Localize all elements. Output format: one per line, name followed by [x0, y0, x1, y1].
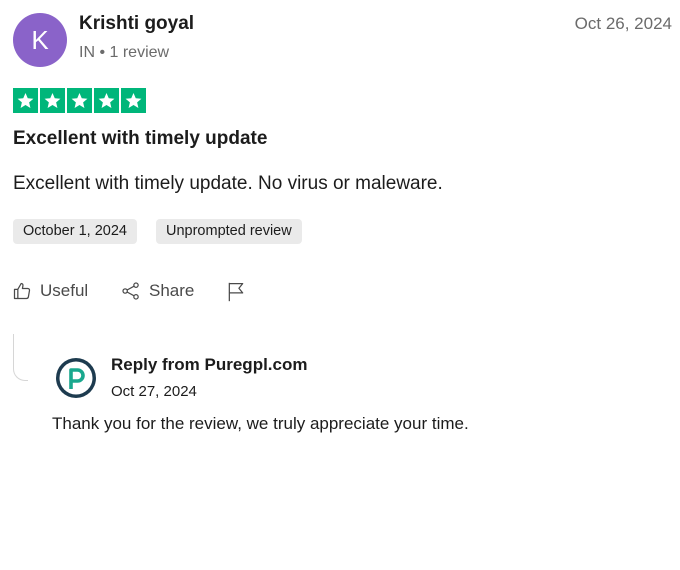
star-icon	[40, 88, 65, 113]
useful-label: Useful	[40, 281, 89, 300]
experience-date-badge: October 1, 2024	[13, 219, 137, 244]
report-button[interactable]	[226, 281, 246, 303]
share-label: Share	[149, 281, 195, 300]
reply-body: Thank you for the review, we truly appre…	[52, 414, 469, 433]
flag-icon	[228, 282, 244, 302]
reviewer-name[interactable]: Krishti goyal	[79, 13, 194, 35]
star-rating	[13, 88, 146, 113]
review-body: Excellent with timely update. No virus o…	[13, 173, 443, 194]
puregpl-logo-icon	[55, 357, 97, 399]
review-date: Oct 26, 2024	[574, 14, 672, 33]
reply-date: Oct 27, 2024	[111, 383, 197, 400]
avatar[interactable]: K	[13, 13, 67, 67]
thumbs-up-icon	[13, 282, 31, 300]
useful-button[interactable]: Useful	[12, 281, 88, 301]
review-title[interactable]: Excellent with timely update	[13, 128, 267, 150]
star-icon	[67, 88, 92, 113]
star-icon	[13, 88, 38, 113]
review-card: K Krishti goyal IN • 1 review Oct 26, 20…	[0, 0, 680, 570]
reply-connector	[13, 334, 28, 381]
share-button[interactable]: Share	[121, 281, 194, 301]
reviewer-meta: IN • 1 review	[79, 44, 170, 61]
star-icon	[94, 88, 119, 113]
star-icon	[121, 88, 146, 113]
review-type-badge[interactable]: Unprompted review	[156, 219, 302, 244]
reply-title: Reply from Puregpl.com	[111, 355, 308, 374]
share-icon	[122, 282, 139, 300]
